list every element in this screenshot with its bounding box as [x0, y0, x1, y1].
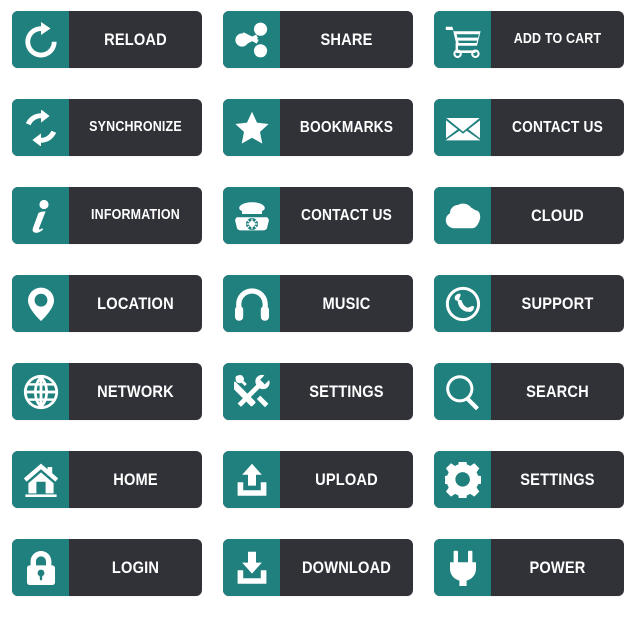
- action-button[interactable]: SHARE: [223, 11, 413, 68]
- download-icon: [223, 539, 280, 596]
- star-icon: [223, 99, 280, 156]
- action-button-label: INFORMATION: [91, 207, 180, 224]
- action-button-label: HOME: [113, 470, 158, 489]
- action-button-label: ADD TO CART: [513, 31, 602, 48]
- action-button-label: BOOKMARKS: [299, 118, 394, 136]
- action-button-label: SYNCHRONIZE: [89, 119, 182, 136]
- upload-icon: [223, 451, 280, 508]
- tools-icon: [223, 363, 280, 420]
- action-button-label: SHARE: [320, 30, 373, 49]
- magnifier-icon: [434, 363, 491, 420]
- action-button-label: SUPPORT: [521, 294, 594, 313]
- action-button-label: NETWORK: [97, 382, 174, 401]
- button-grid: RELOAD SHARE ADD TO CART SYNCHRONIZE BOOKMAR…: [12, 11, 624, 596]
- action-button[interactable]: CONTACT US: [223, 187, 413, 244]
- action-button[interactable]: HOME: [12, 451, 202, 508]
- gear-icon: [434, 451, 491, 508]
- lock-icon: [12, 539, 69, 596]
- headphones-icon: [223, 275, 280, 332]
- cloud-icon: [434, 187, 491, 244]
- icon-button-board: RELOAD SHARE ADD TO CART SYNCHRONIZE BOOKMAR…: [0, 0, 626, 626]
- action-button-label: CONTACT US: [301, 206, 392, 224]
- synchronize-icon: [12, 99, 69, 156]
- action-button-label: RELOAD: [104, 30, 167, 49]
- action-button[interactable]: MUSIC: [223, 275, 413, 332]
- action-button[interactable]: SETTINGS: [434, 451, 624, 508]
- action-button-label: SEARCH: [526, 382, 589, 401]
- action-button-label: DOWNLOAD: [301, 558, 392, 577]
- share-icon: [223, 11, 280, 68]
- action-button-label: CLOUD: [531, 206, 584, 225]
- map-pin-icon: [12, 275, 69, 332]
- plug-icon: [434, 539, 491, 596]
- action-button[interactable]: SEARCH: [434, 363, 624, 420]
- envelope-icon: [434, 99, 491, 156]
- action-button-label: CONTACT US: [512, 118, 603, 136]
- action-button[interactable]: POWER: [434, 539, 624, 596]
- action-button-label: SETTINGS: [520, 470, 595, 489]
- reload-icon: [12, 11, 69, 68]
- action-button-label: LOCATION: [97, 294, 174, 313]
- action-button[interactable]: DOWNLOAD: [223, 539, 413, 596]
- action-button[interactable]: SUPPORT: [434, 275, 624, 332]
- action-button[interactable]: RELOAD: [12, 11, 202, 68]
- action-button-label: POWER: [529, 558, 586, 577]
- action-button[interactable]: INFORMATION: [12, 187, 202, 244]
- cart-icon: [434, 11, 491, 68]
- action-button[interactable]: CLOUD: [434, 187, 624, 244]
- action-button[interactable]: NETWORK: [12, 363, 202, 420]
- action-button-label: SETTINGS: [309, 382, 384, 401]
- action-button[interactable]: LOCATION: [12, 275, 202, 332]
- info-icon: [12, 187, 69, 244]
- action-button-label: UPLOAD: [315, 470, 378, 489]
- globe-icon: [12, 363, 69, 420]
- action-button[interactable]: ADD TO CART: [434, 11, 624, 68]
- action-button[interactable]: UPLOAD: [223, 451, 413, 508]
- action-button[interactable]: SYNCHRONIZE: [12, 99, 202, 156]
- action-button-label: LOGIN: [111, 558, 160, 577]
- phone-ring-icon: [434, 275, 491, 332]
- action-button[interactable]: SETTINGS: [223, 363, 413, 420]
- home-icon: [12, 451, 69, 508]
- action-button[interactable]: CONTACT US: [434, 99, 624, 156]
- telephone-icon: [223, 187, 280, 244]
- action-button[interactable]: LOGIN: [12, 539, 202, 596]
- action-button[interactable]: BOOKMARKS: [223, 99, 413, 156]
- action-button-label: MUSIC: [322, 294, 371, 313]
